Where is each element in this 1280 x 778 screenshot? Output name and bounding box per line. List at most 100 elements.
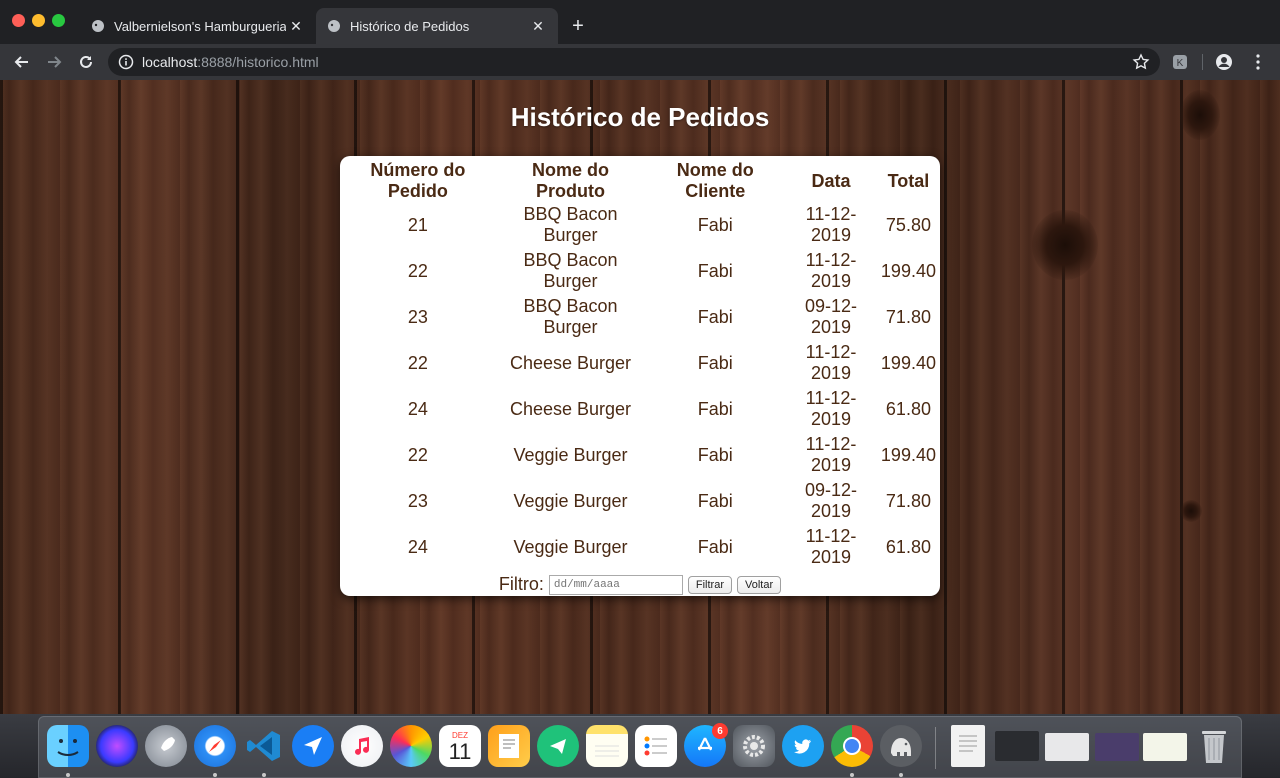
bookmark-star-icon[interactable] (1132, 53, 1150, 71)
running-indicator (213, 773, 217, 777)
mamp-icon[interactable] (880, 725, 922, 767)
total-cell: 75.80 (885, 214, 931, 235)
table-row: 22 BBQ Bacon Burger Fabi 11-12-2019 199.… (340, 248, 940, 294)
reminders-icon[interactable] (635, 725, 677, 767)
account-icon[interactable] (1212, 50, 1236, 74)
table-row: 24 Cheese Burger Fabi 11-12-2019 61.80 (340, 386, 940, 432)
date-cell: 11-12-2019 (805, 250, 857, 291)
screenshot-thumbnail-icon[interactable] (1045, 733, 1089, 761)
client-cell: Fabi (697, 490, 733, 511)
product-cell: Cheese Burger (509, 398, 632, 419)
wood-knot (1032, 210, 1098, 280)
pages-icon[interactable] (488, 725, 530, 767)
close-window-button[interactable] (12, 14, 25, 27)
new-tab-button[interactable]: + (566, 14, 590, 38)
client-cell: Fabi (697, 444, 733, 465)
total-cell: 199.40 (880, 260, 936, 281)
table-row: 22 Veggie Burger Fabi 11-12-2019 199.40 (340, 432, 940, 478)
client-cell: Fabi (697, 536, 733, 557)
calendar-icon[interactable]: DEZ 11 (439, 725, 481, 767)
table-row: 24 Veggie Burger Fabi 11-12-2019 61.80 (340, 524, 940, 570)
elephant-favicon-icon (326, 18, 342, 34)
tab-hamburgueria[interactable]: Valbernielson's Hamburgueria ✕ (80, 8, 316, 44)
tab-title: Histórico de Pedidos (350, 18, 470, 34)
browser-toolbar: localhost:8888/historico.html K (0, 44, 1280, 80)
date-cell: 09-12-2019 (804, 296, 857, 337)
filter-date-input[interactable] (548, 574, 683, 595)
client-cell: Fabi (697, 398, 733, 419)
toolbar-divider (1202, 54, 1203, 70)
table-row: 22 Cheese Burger Fabi 11-12-2019 199.40 (340, 340, 940, 386)
order-number-cell: 24 (407, 398, 428, 419)
system-preferences-icon[interactable] (733, 725, 775, 767)
photos-icon[interactable] (390, 725, 432, 767)
running-indicator (262, 773, 266, 777)
notes-icon[interactable] (586, 725, 628, 767)
header-product-name: Nome do Produto (532, 160, 610, 201)
twitter-icon[interactable] (782, 725, 824, 767)
siri-icon[interactable] (96, 725, 138, 767)
document-stack-icon[interactable] (951, 725, 985, 767)
header-date: Data (811, 170, 851, 191)
page-title: Histórico de Pedidos (510, 102, 770, 132)
total-cell: 61.80 (885, 536, 931, 557)
info-icon[interactable] (118, 54, 134, 70)
macos-dock: DEZ 11 6 (38, 716, 1242, 778)
header-total: Total (887, 170, 930, 191)
close-tab-icon[interactable]: ✕ (528, 16, 548, 36)
forward-arrow-icon[interactable] (42, 50, 66, 74)
dock-separator (935, 727, 936, 769)
total-cell: 61.80 (885, 398, 931, 419)
client-cell: Fabi (697, 214, 733, 235)
address-bar[interactable]: localhost:8888/historico.html (108, 48, 1160, 76)
product-cell: BBQ Bacon Burger (523, 250, 618, 291)
wood-knot (1180, 500, 1202, 522)
date-cell: 11-12-2019 (805, 204, 857, 245)
finder-icon[interactable] (47, 725, 89, 767)
product-cell: BBQ Bacon Burger (523, 204, 618, 245)
extension-icon[interactable]: K (1168, 50, 1192, 74)
trash-icon[interactable] (1193, 725, 1235, 767)
order-number-cell: 22 (407, 444, 428, 465)
reload-icon[interactable] (74, 50, 98, 74)
running-indicator (899, 773, 903, 777)
back-arrow-icon[interactable] (10, 50, 34, 74)
client-cell: Fabi (697, 306, 733, 327)
screenshot-thumbnail-icon[interactable] (1095, 733, 1139, 761)
order-number-cell: 22 (407, 352, 428, 373)
close-tab-icon[interactable]: ✕ (286, 16, 306, 36)
screenshot-thumbnail-icon[interactable] (995, 731, 1039, 761)
url-text: localhost:8888/historico.html (142, 54, 319, 70)
launchpad-icon[interactable] (145, 725, 187, 767)
order-number-cell: 23 (407, 490, 428, 511)
running-indicator (850, 773, 854, 777)
kebab-menu-icon[interactable] (1246, 50, 1270, 74)
order-number-cell: 24 (407, 536, 428, 557)
total-cell: 71.80 (885, 490, 931, 511)
vscode-icon[interactable] (243, 725, 285, 767)
filter-button[interactable]: Filtrar (687, 575, 732, 594)
table-row: 21 BBQ Bacon Burger Fabi 11-12-2019 75.8… (340, 202, 940, 248)
chrome-icon[interactable] (831, 725, 873, 767)
product-cell: Veggie Burger (513, 490, 628, 511)
table-header-row: Número do Pedido Nome do Produto Nome do… (340, 160, 940, 202)
screenshot-thumbnail-icon[interactable] (1143, 733, 1187, 761)
music-icon[interactable] (341, 725, 383, 767)
safari-icon[interactable] (194, 725, 236, 767)
date-cell: 11-12-2019 (805, 388, 857, 429)
app-store-update-badge: 6 (712, 723, 728, 739)
filter-label: Filtro: (498, 574, 544, 594)
zoom-window-button[interactable] (52, 14, 65, 27)
header-order-number: Número do Pedido (370, 160, 466, 201)
product-cell: Veggie Burger (513, 536, 628, 557)
client-cell: Fabi (697, 260, 733, 281)
telegram-icon[interactable] (537, 725, 579, 767)
client-cell: Fabi (697, 352, 733, 373)
spark-icon[interactable] (292, 725, 334, 767)
product-cell: Cheese Burger (509, 352, 632, 373)
back-button[interactable]: Voltar (736, 575, 782, 594)
tab-historico[interactable]: Histórico de Pedidos ✕ (316, 8, 558, 44)
total-cell: 71.80 (885, 306, 931, 327)
running-indicator (66, 773, 70, 777)
minimize-window-button[interactable] (32, 14, 45, 27)
